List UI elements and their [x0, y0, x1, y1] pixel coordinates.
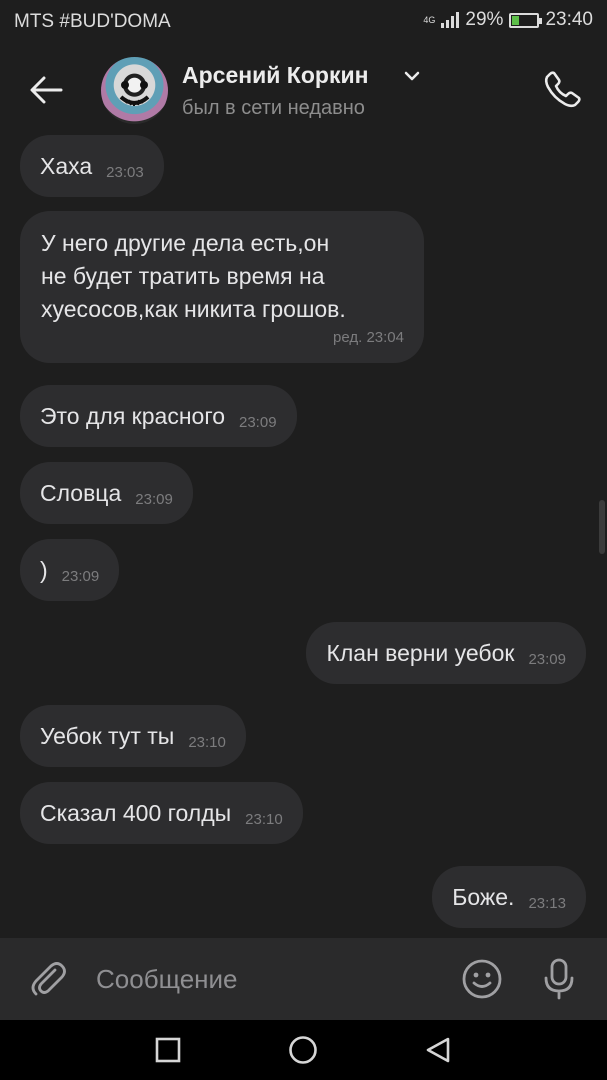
attach-button[interactable] [26, 956, 70, 1002]
message-time-edited: ред. 23:04 [333, 329, 404, 346]
message-text: Клан верни уебок [326, 639, 515, 666]
voice-message-button[interactable] [537, 955, 581, 1003]
contact-last-seen: был в сети недавно [182, 97, 365, 119]
message-text: Уебок тут ты [40, 722, 175, 749]
chat-header: Арсений Коркин был в сети недавно [0, 50, 607, 130]
message-bubble-incoming[interactable]: Это для красного 23:09 [20, 385, 297, 447]
phone-icon [544, 71, 581, 108]
home-button[interactable] [283, 1032, 323, 1068]
message-text: Боже. [452, 883, 515, 910]
status-bar: MTS #BUD'DOMA 4G 29% 23:40 [0, 0, 607, 44]
avatar-image [119, 81, 150, 106]
message-bubble-outgoing[interactable]: Клан верни уебок 23:09 [306, 622, 586, 684]
status-indicators: 4G 29% 23:40 [423, 9, 593, 31]
message-text: Словца [40, 479, 122, 506]
message-bubble-outgoing[interactable]: Боже. 23:13 [432, 866, 586, 928]
contact-name[interactable]: Арсений Коркин [182, 62, 368, 89]
message-text: У него другие дела есть,он не будет трат… [41, 230, 346, 322]
message-text: Это для красного [40, 402, 225, 429]
system-nav-bar [0, 1020, 607, 1080]
contact-avatar[interactable] [101, 57, 168, 124]
back-triangle-icon [426, 1037, 450, 1063]
battery-percent: 29% [465, 9, 504, 30]
back-nav-button[interactable] [418, 1032, 458, 1068]
clock: 23:40 [545, 9, 593, 30]
carrier-name: MTS #BUD'DOMA [14, 11, 171, 32]
message-time: 23:03 [106, 163, 144, 181]
home-circle-icon [289, 1036, 317, 1064]
message-bubble-incoming[interactable]: У него другие дела есть,он не будет трат… [20, 211, 424, 363]
chat-screen: MTS #BUD'DOMA 4G 29% 23:40 Арсений Корки… [0, 0, 607, 1080]
paperclip-icon [31, 962, 66, 996]
emoji-icon [462, 959, 502, 999]
chevron-down-icon[interactable] [404, 71, 420, 81]
message-time: 23:09 [239, 413, 277, 431]
message-text: Сказал 400 голды [40, 799, 232, 826]
message-input[interactable] [96, 960, 436, 998]
message-time: 23:09 [135, 490, 173, 508]
message-time: 23:13 [528, 894, 566, 912]
call-button[interactable] [538, 64, 588, 114]
battery-icon [509, 12, 543, 28]
message-bubble-incoming[interactable]: Хаха 23:03 [20, 135, 164, 197]
message-text: Хаха [40, 152, 93, 179]
network-type: 4G [423, 14, 436, 25]
back-arrow-icon [30, 76, 63, 104]
message-list[interactable]: Хаха 23:03 У него другие дела есть,он не… [0, 130, 607, 938]
message-bubble-incoming[interactable]: ) 23:09 [20, 539, 120, 601]
emoji-button[interactable] [460, 957, 504, 1001]
message-time: 23:10 [188, 733, 226, 751]
back-button[interactable] [24, 68, 68, 112]
message-time: 23:09 [528, 650, 566, 668]
message-bubble-incoming[interactable]: Сказал 400 голды 23:10 [20, 782, 303, 844]
message-bubble-incoming[interactable]: Уебок тут ты 23:10 [20, 705, 246, 767]
microphone-icon [544, 958, 574, 1000]
recents-square-icon [155, 1037, 181, 1063]
message-text: ) [40, 556, 48, 583]
scrollbar-thumb[interactable] [599, 500, 605, 554]
recents-button[interactable] [148, 1032, 188, 1068]
message-bubble-incoming[interactable]: Словца 23:09 [20, 462, 193, 524]
message-composer [0, 938, 607, 1020]
battery-fill [512, 15, 520, 25]
message-time: 23:10 [245, 810, 283, 828]
message-time: 23:09 [61, 567, 100, 585]
signal-icon [441, 12, 460, 28]
